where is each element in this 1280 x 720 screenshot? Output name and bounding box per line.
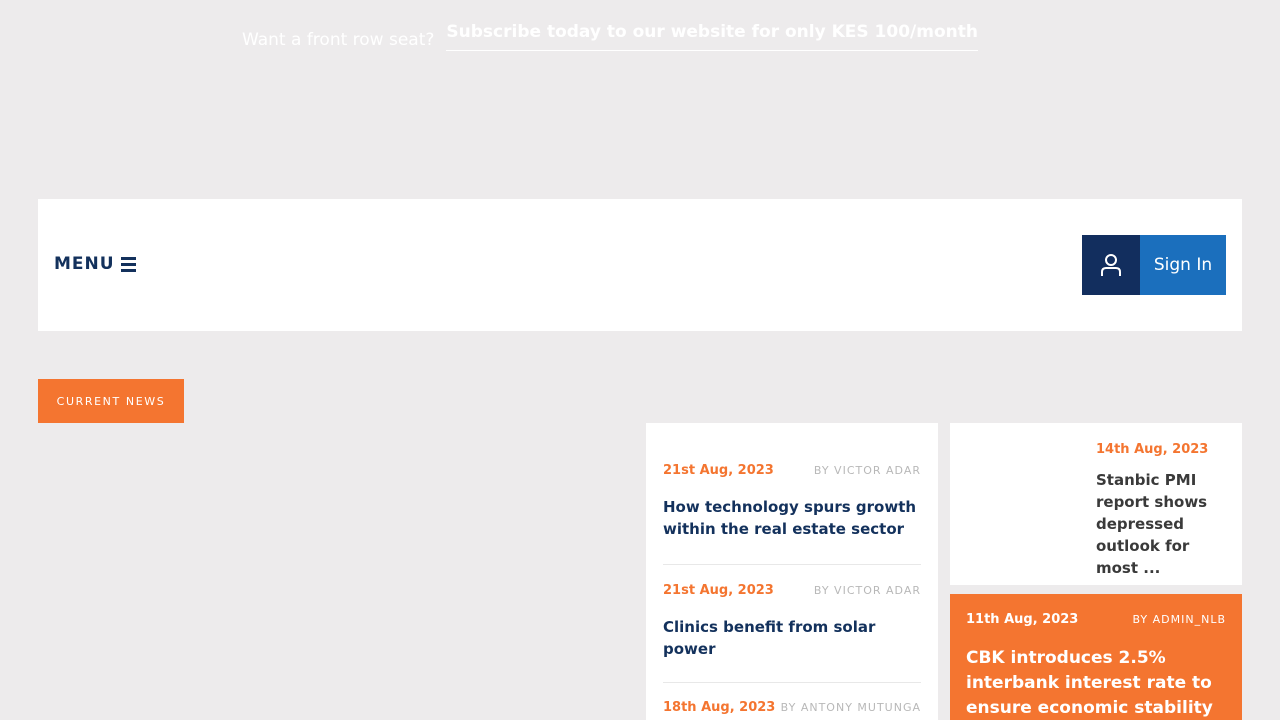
subscribe-banner: Want a front row seat? Subscribe today t… [0,22,1280,51]
list-item[interactable]: 18th Aug, 2023 BY ANTONY MUTUNGA [646,700,938,715]
article-title[interactable]: How technology spurs growth within the r… [663,496,921,540]
article-author: BY VICTOR ADAR [813,584,921,597]
list-item[interactable]: 21st Aug, 2023 BY VICTOR ADAR How techno… [646,463,938,540]
article-date: 21st Aug, 2023 [663,463,774,478]
article-date: 21st Aug, 2023 [663,583,774,598]
menu-label: MENU [54,254,115,274]
article-author: BY ADMIN_NLB [1132,613,1226,626]
article-author: BY ANTONY MUTUNGA [780,701,921,714]
side-article-card[interactable]: 14th Aug, 2023 Stanbic PMI report shows … [950,423,1242,585]
hamburger-icon [120,256,136,272]
article-title[interactable]: Stanbic PMI report shows depressed outlo… [1096,469,1231,579]
signin-group[interactable]: Sign In [1082,235,1226,295]
menu-button[interactable]: MENU [54,254,136,274]
divider [663,682,921,683]
subscribe-link[interactable]: Subscribe today to our website for only … [446,22,978,51]
featured-article-card[interactable]: 11th Aug, 2023 BY ADMIN_NLB CBK introduc… [950,594,1242,720]
current-news-tag: CURRENT NEWS [38,379,184,423]
article-date: 14th Aug, 2023 [1096,442,1209,457]
divider [663,564,921,565]
promo-label: Want a front row seat? [242,30,435,50]
article-title[interactable]: CBK introduces 2.5% interbank interest r… [966,646,1228,720]
article-date: 11th Aug, 2023 [966,612,1079,627]
user-icon[interactable] [1082,235,1140,295]
article-date: 18th Aug, 2023 [663,700,776,715]
news-list: 21st Aug, 2023 BY VICTOR ADAR How techno… [646,423,938,720]
list-item[interactable]: 21st Aug, 2023 BY VICTOR ADAR Clinics be… [646,583,938,660]
signin-button[interactable]: Sign In [1140,235,1226,295]
site-header: MENU Sign In [38,199,1242,331]
article-author: BY VICTOR ADAR [813,464,921,477]
article-title[interactable]: Clinics benefit from solar power [663,616,921,660]
